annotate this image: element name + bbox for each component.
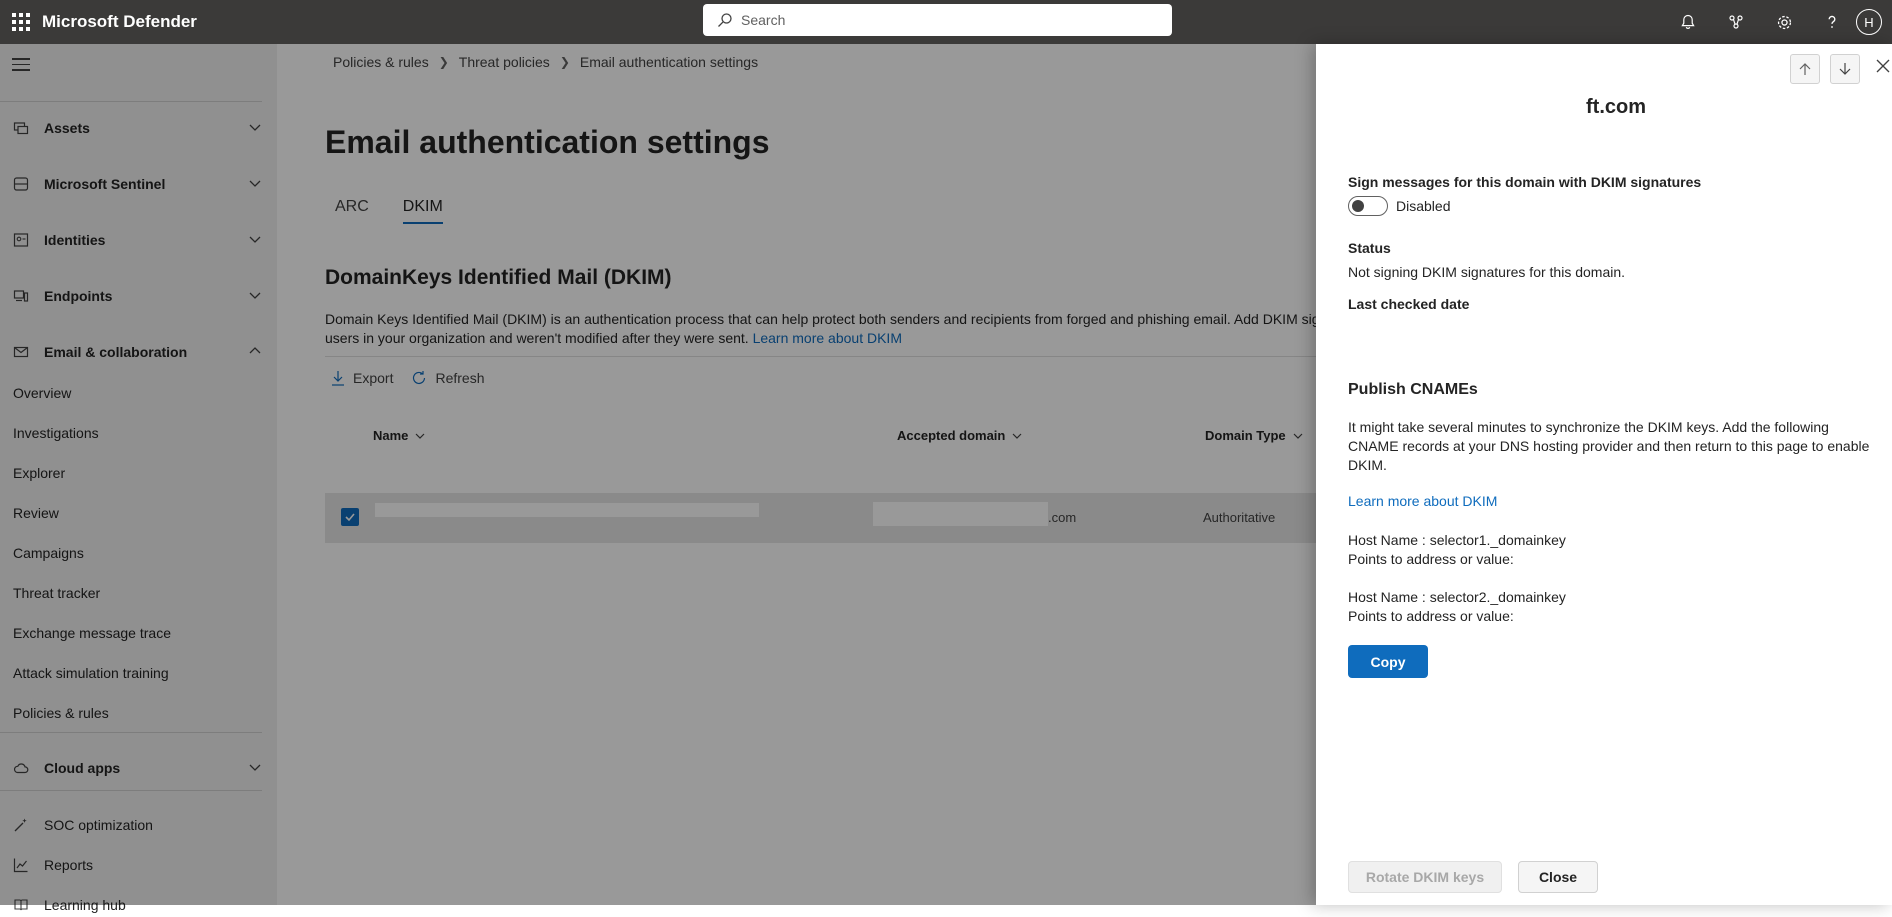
modal-overlay[interactable] <box>0 44 1316 905</box>
arrow-up-icon <box>1799 63 1811 75</box>
publish-cnames-heading: Publish CNAMEs <box>1348 381 1478 398</box>
previous-item-button[interactable] <box>1790 54 1820 84</box>
toggle-knob <box>1352 200 1364 212</box>
app-launcher-icon[interactable] <box>0 0 42 44</box>
next-item-button[interactable] <box>1830 54 1860 84</box>
arrow-down-icon <box>1839 63 1851 75</box>
host-name-2: Host Name : selector2._domainkey <box>1348 589 1566 605</box>
status-text: Not signing DKIM signatures for this dom… <box>1348 264 1626 280</box>
last-checked-label: Last checked date <box>1348 296 1470 312</box>
search-input[interactable]: Search <box>703 4 1172 36</box>
close-button[interactable]: Close <box>1518 861 1598 893</box>
status-label: Status <box>1348 240 1391 256</box>
panel-title: ft.com <box>1586 96 1646 118</box>
points-to-2: Points to address or value: <box>1348 608 1514 624</box>
publish-description: It might take several minutes to synchro… <box>1348 419 1870 473</box>
dkim-details-panel: ft.com Sign messages for this domain wit… <box>1316 44 1892 905</box>
toggle-state-label: Disabled <box>1396 198 1451 214</box>
gear-icon[interactable] <box>1760 0 1808 44</box>
share-icon[interactable] <box>1712 0 1760 44</box>
host-name-1: Host Name : selector1._domainkey <box>1348 532 1566 548</box>
dkim-signing-toggle[interactable] <box>1348 196 1388 216</box>
learn-more-link[interactable]: Learn more about DKIM <box>1348 493 1497 509</box>
close-icon[interactable] <box>1876 59 1890 78</box>
copy-button[interactable]: Copy <box>1348 645 1428 678</box>
avatar[interactable]: H <box>1856 9 1882 35</box>
app-title[interactable]: Microsoft Defender <box>42 12 197 32</box>
rotate-dkim-keys-button[interactable]: Rotate DKIM keys <box>1348 861 1502 893</box>
bell-icon[interactable] <box>1664 0 1712 44</box>
search-icon <box>718 13 732 27</box>
top-bar: Microsoft Defender Search H <box>0 0 1892 44</box>
search-placeholder: Search <box>741 12 786 28</box>
sign-messages-label: Sign messages for this domain with DKIM … <box>1348 174 1702 190</box>
points-to-1: Points to address or value: <box>1348 551 1514 567</box>
help-icon[interactable] <box>1808 0 1856 44</box>
